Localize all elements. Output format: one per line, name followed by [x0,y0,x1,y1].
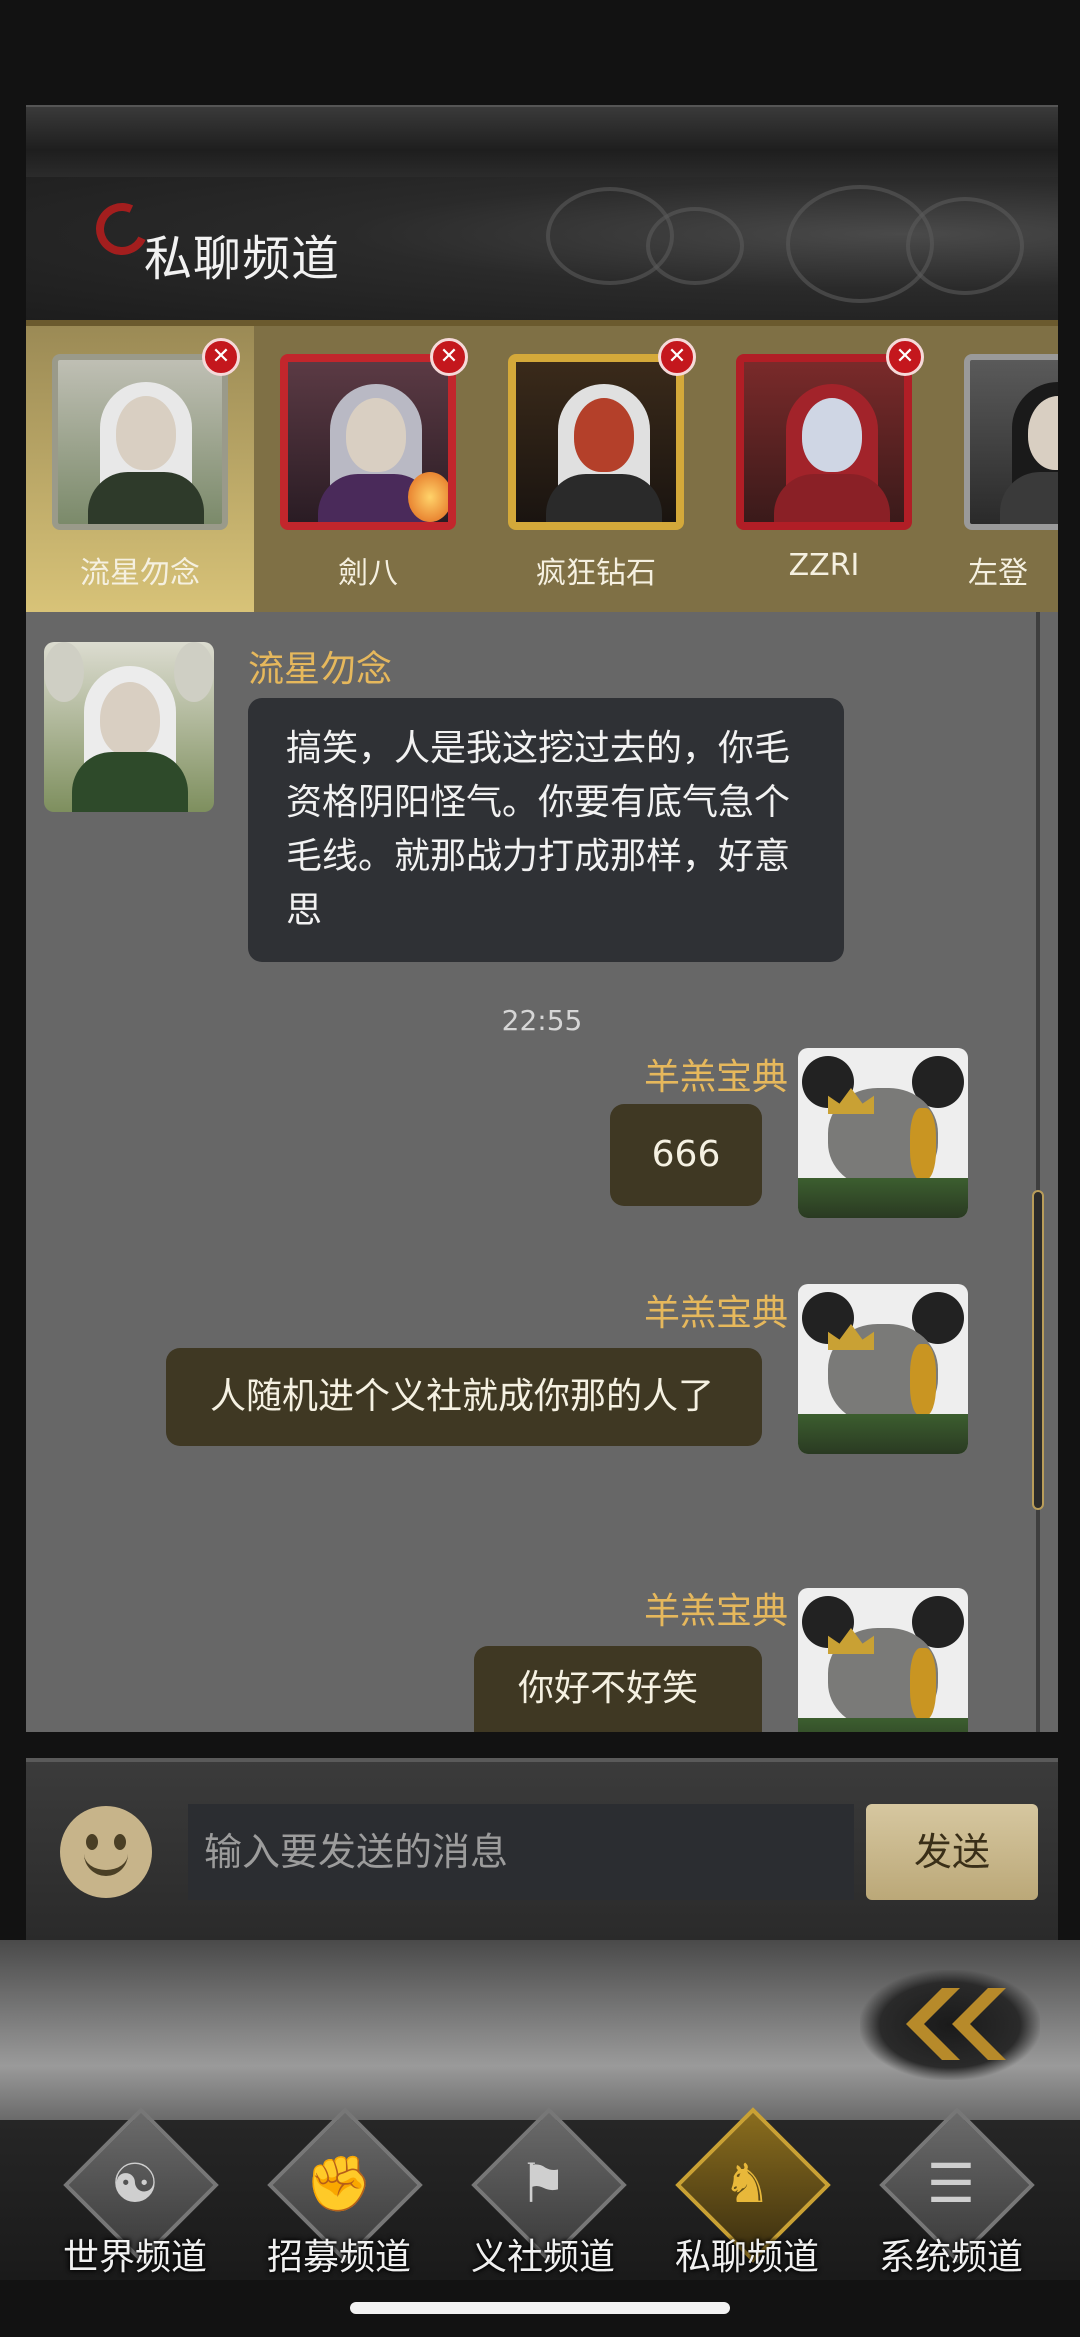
sender-name: 流星勿念 [248,649,393,690]
tab-label: 招募频道 [266,2237,411,2278]
my-avatar[interactable] [798,1048,968,1218]
message-timestamp: 22:55 [501,1004,583,1037]
banner-icon: ⚑ [518,2152,568,2215]
contact-tab[interactable]: ✕ 劍八 [254,326,482,612]
cloud-ornament [906,197,1024,295]
channel-tab-bar: ☯ 世界频道 ✊ 招募频道 ⚑ 义社频道 ♞ 私聊频道 ☰ 系统频道 [0,2107,1080,2280]
tab-label: 私聊频道 [674,2237,819,2278]
cloud-ornament [646,207,744,285]
contact-strip[interactable]: ✕ 流星勿念 ✕ 劍八 ✕ 疯狂钻石 ✕ ZZRI 左登 [26,326,1058,612]
tab-world-channel[interactable]: ☯ 世界频道 [30,2107,240,2280]
message-bubble: 人随机进个义社就成你那的人了 [166,1348,762,1446]
contact-tab[interactable]: ✕ 疯狂钻石 [482,326,710,612]
contact-avatar [280,354,456,530]
send-button[interactable]: 发送 [866,1804,1038,1900]
close-icon[interactable]: ✕ [430,338,468,376]
window-top-frame [26,105,1058,181]
message-composer: 发送 [26,1758,1058,1948]
world-swirl-icon: ☯ [110,2152,160,2215]
contact-avatar [52,354,228,530]
contact-name: 疯狂钻石 [536,556,656,591]
contact-name: 流星勿念 [80,556,200,591]
tab-recruit-channel[interactable]: ✊ 招募频道 [234,2107,444,2280]
scrollbar-thumb[interactable] [1032,1190,1044,1510]
contact-avatar [508,354,684,530]
message-input[interactable] [188,1804,854,1900]
tab-guild-channel[interactable]: ⚑ 义社频道 [438,2107,648,2280]
my-avatar[interactable] [798,1284,968,1454]
sender-name: 羊羔宝典 [643,1591,788,1632]
message-bubble: 你好不好笑 [474,1646,762,1732]
contact-avatar [964,354,1058,530]
back-chevrons-icon[interactable] [860,1970,1040,2080]
sender-name: 羊羔宝典 [643,1293,788,1334]
handshake-icon: ✊ [305,2152,373,2215]
channel-header: 私聊频道 [26,177,1058,326]
contact-name: ZZRI [788,548,860,583]
tab-private-channel[interactable]: ♞ 私聊频道 [642,2107,852,2280]
tab-label: 系统频道 [878,2237,1023,2278]
chat-message-list[interactable]: 流星勿念 搞笑，人是我这挖过去的，你毛资格阴阳怪气。你要有底气急个毛线。就那战力… [26,612,1058,1732]
contact-avatar [736,354,912,530]
emoji-icon[interactable] [60,1806,152,1898]
sender-avatar[interactable] [44,642,214,812]
scrollbar-track [1036,612,1040,1732]
message-bubble: 666 [610,1104,762,1206]
scrollbar[interactable] [1027,612,1049,1732]
contact-tab[interactable]: ✕ ZZRI [710,326,938,612]
contact-tab[interactable]: ✕ 流星勿念 [26,326,254,612]
scroll-icon: ☰ [926,2152,976,2215]
message-bubble: 搞笑，人是我这挖过去的，你毛资格阴阳怪气。你要有底气急个毛线。就那战力打成那样，… [248,698,844,962]
my-avatar[interactable] [798,1588,968,1732]
close-icon[interactable]: ✕ [202,338,240,376]
sender-name: 羊羔宝典 [643,1057,788,1098]
tab-label: 世界频道 [62,2237,207,2278]
close-icon[interactable]: ✕ [658,338,696,376]
contact-name: 左登 [968,556,1028,591]
contact-tab[interactable]: 左登 [938,326,1058,612]
page-title: 私聊频道 [144,231,341,287]
tab-system-channel[interactable]: ☰ 系统频道 [846,2107,1056,2280]
home-indicator[interactable] [350,2302,730,2314]
tab-label: 义社频道 [470,2237,615,2278]
warrior-icon: ♞ [722,2152,772,2215]
close-icon[interactable]: ✕ [886,338,924,376]
contact-name: 劍八 [338,556,398,591]
